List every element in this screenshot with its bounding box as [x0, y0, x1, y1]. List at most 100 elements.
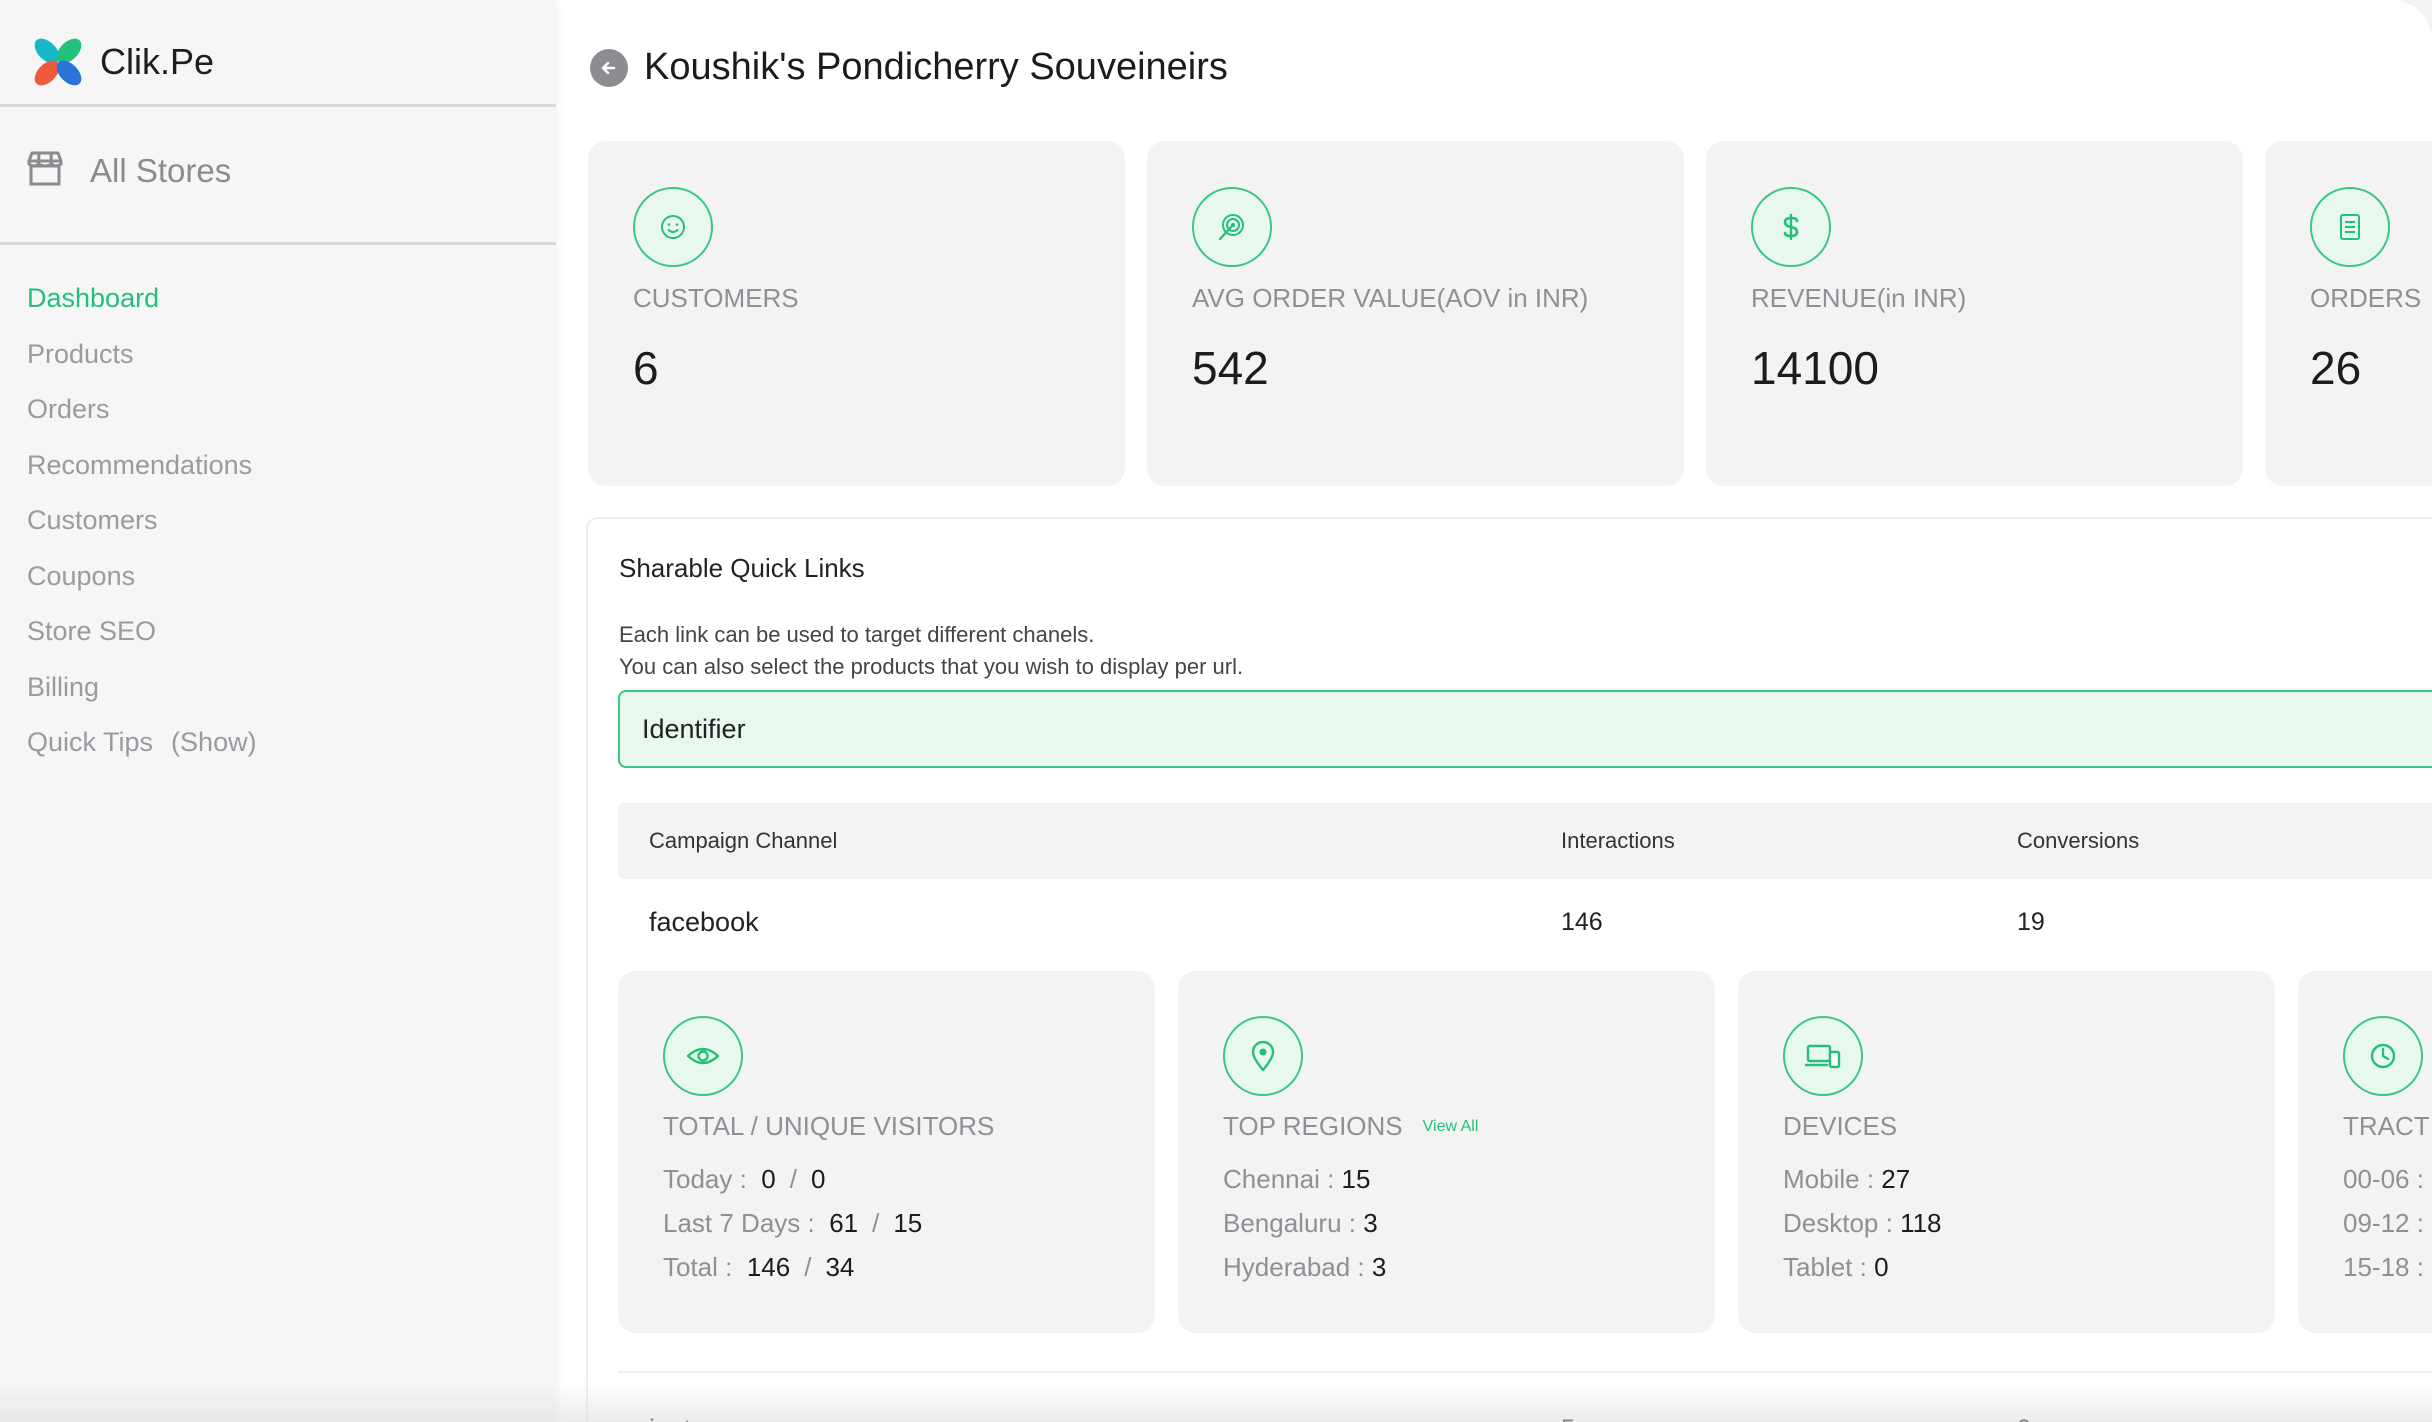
separator: /: [804, 1252, 812, 1282]
region-count: 3: [1371, 1252, 1387, 1282]
region-name: Bengaluru :: [1223, 1208, 1356, 1238]
devices-label: DEVICES: [1783, 1111, 1898, 1141]
stat-value: 6: [633, 342, 659, 394]
sidebar-item-customers[interactable]: Customers: [27, 500, 257, 556]
total-visitors: 61: [829, 1208, 859, 1238]
table-row[interactable]: facebook 146 19: [618, 882, 2432, 962]
row-divider: [618, 1371, 2432, 1373]
separator: /: [789, 1164, 797, 1194]
page-header: Koushik's Pondicherry Souveineirs: [590, 46, 1228, 89]
device-line: Tablet : 0: [1783, 1252, 1942, 1296]
app-window: Clik.Pe All Stores Dashboard Products Or…: [0, 0, 2432, 1422]
stat-key: Total :: [663, 1252, 733, 1282]
visitors-label: TOTAL / UNIQUE VISITORS: [663, 1111, 995, 1141]
device-name: Mobile :: [1783, 1164, 1875, 1194]
region-line: Hyderabad : 3: [1223, 1252, 1386, 1296]
sidebar-item-dashboard[interactable]: Dashboard: [27, 278, 257, 334]
sidebar-item-orders[interactable]: Orders: [27, 389, 257, 445]
stat-label: REVENUE(in INR): [1751, 283, 1967, 313]
region-count: 15: [1341, 1164, 1371, 1194]
region-name: Hyderabad :: [1223, 1252, 1365, 1282]
map-pin-icon: [1223, 1016, 1303, 1096]
stat-card-aov: AVG ORDER VALUE(AOV in INR) 542: [1147, 141, 1684, 486]
clock-icon: [2343, 1016, 2423, 1096]
device-line: Mobile : 27: [1783, 1164, 1942, 1208]
brand-name: Clik.Pe: [100, 41, 215, 82]
bottom-shadow: [0, 1382, 2432, 1422]
identifier-field[interactable]: Identifier: [618, 690, 2432, 768]
quick-links-panel: Sharable Quick Links Each link can be us…: [586, 517, 2432, 1422]
total-visitors: 0: [761, 1164, 776, 1194]
sidebar-item-coupons[interactable]: Coupons: [27, 556, 257, 612]
table-header: Campaign Channel Interactions Conversion…: [618, 803, 2432, 879]
sidebar-divider: [0, 242, 556, 245]
smile-icon: [633, 187, 713, 267]
region-line: Bengaluru : 3: [1223, 1208, 1386, 1252]
device-count: 27: [1881, 1164, 1911, 1194]
arrow-left-icon: [601, 61, 616, 74]
stat-label: CUSTOMERS: [633, 283, 799, 313]
separator: /: [872, 1208, 880, 1238]
column-header-interactions[interactable]: Interactions: [1561, 803, 1675, 879]
traction-stats: 00-06 : 09-12 : 15-18 :: [2343, 1164, 2424, 1296]
traction-card: TRACTI 00-06 : 09-12 : 15-18 :: [2298, 971, 2432, 1333]
unique-visitors: 0: [810, 1164, 826, 1194]
unique-visitors: 34: [825, 1252, 855, 1282]
quick-tips-label: Quick Tips: [27, 727, 154, 757]
view-all-regions-link[interactable]: View All: [1423, 1118, 1479, 1136]
receipt-icon: [2310, 187, 2390, 267]
stat-value: 542: [1192, 342, 1269, 394]
store-icon: [26, 150, 64, 191]
region-name: Chennai :: [1223, 1164, 1335, 1194]
page-title: Koushik's Pondicherry Souveineirs: [644, 46, 1228, 88]
column-header-conversions[interactable]: Conversions: [2017, 803, 2139, 879]
clikpe-logo-icon: [30, 34, 86, 90]
traction-line: 15-18 :: [2343, 1252, 2424, 1282]
sidebar-item-store-seo[interactable]: Store SEO: [27, 611, 257, 667]
device-line: Desktop : 118: [1783, 1208, 1942, 1252]
all-stores-label: All Stores: [90, 151, 232, 189]
stat-label: AVG ORDER VALUE(AOV in INR): [1192, 283, 1589, 313]
region-count: 3: [1363, 1208, 1378, 1238]
sidebar-item-recommendations[interactable]: Recommendations: [27, 445, 257, 501]
stat-key: Today :: [663, 1164, 747, 1194]
quick-links-desc-line: You can also select the products that yo…: [619, 654, 1244, 679]
visitors-line: Today : 0 / 0: [663, 1164, 922, 1208]
sidebar: Clik.Pe All Stores Dashboard Products Or…: [0, 0, 556, 1422]
visitors-line: Last 7 Days : 61 / 15: [663, 1208, 922, 1252]
brand[interactable]: Clik.Pe: [30, 32, 214, 92]
devices-card: DEVICES Mobile : 27 Desktop : 118 Tablet…: [1738, 971, 2275, 1333]
devices-icon: [1783, 1016, 1863, 1096]
traction-line: 09-12 :: [2343, 1208, 2424, 1238]
region-line: Chennai : 15: [1223, 1164, 1386, 1208]
sidebar-item-quick-tips[interactable]: Quick Tips (Show): [27, 722, 257, 778]
traction-label: TRACTI: [2343, 1111, 2432, 1141]
eye-icon: [663, 1016, 743, 1096]
channel-cell: facebook: [649, 907, 759, 937]
regions-stats: Chennai : 15 Bengaluru : 3 Hyderabad : 3: [1223, 1164, 1386, 1296]
sidebar-divider: [0, 104, 556, 107]
visitors-stats: Today : 0 / 0 Last 7 Days : 61 / 15 Total : …: [663, 1164, 922, 1296]
all-stores-link[interactable]: All Stores: [26, 150, 231, 191]
devices-stats: Mobile : 27 Desktop : 118 Tablet : 0: [1783, 1164, 1942, 1296]
quick-links-description: Each link can be used to target differen…: [619, 619, 1243, 683]
unique-visitors: 15: [893, 1208, 923, 1238]
sidebar-item-products[interactable]: Products: [27, 334, 257, 390]
device-name: Desktop :: [1783, 1208, 1893, 1238]
column-header-channel[interactable]: Campaign Channel: [649, 803, 837, 879]
quick-links-title: Sharable Quick Links: [619, 553, 865, 583]
sidebar-item-billing[interactable]: Billing: [27, 667, 257, 723]
regions-label-row: TOP REGIONS View All: [1223, 1111, 1478, 1142]
total-visitors: 146: [746, 1252, 791, 1282]
back-button[interactable]: [590, 48, 628, 87]
device-count: 0: [1874, 1252, 1889, 1282]
stat-key: Last 7 Days :: [663, 1208, 815, 1238]
quick-tips-show-toggle[interactable]: (Show): [171, 727, 257, 757]
main-content: Koushik's Pondicherry Souveineirs CUSTOM…: [556, 0, 2432, 1422]
interactions-cell: 146: [1561, 908, 1603, 936]
target-icon: [1192, 187, 1272, 267]
traction-line: 00-06 :: [2343, 1164, 2424, 1194]
stat-card-customers: CUSTOMERS 6: [588, 141, 1125, 486]
stat-card-revenue: REVENUE(in INR) 14100: [1706, 141, 2243, 486]
stat-label: ORDERS: [2310, 283, 2422, 313]
